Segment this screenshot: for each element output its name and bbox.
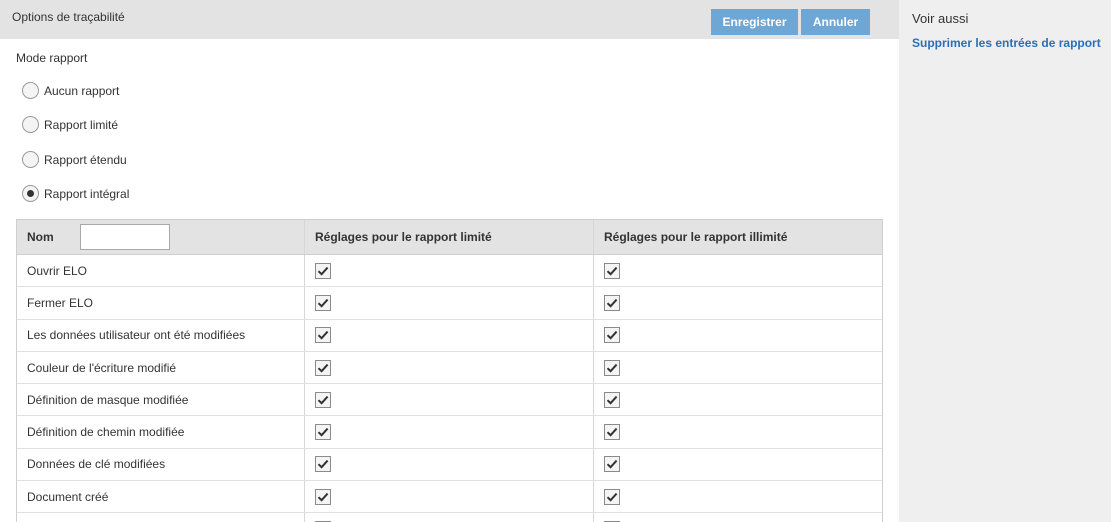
column-header-unlimited[interactable]: Réglages pour le rapport illimité: [594, 220, 882, 254]
table-row: Ouvrir ELO: [17, 255, 882, 288]
main-panel: Options de traçabilité Enregistrer Annul…: [0, 0, 899, 522]
unlimited-cell: [594, 320, 882, 351]
limited-cell: [305, 481, 594, 513]
radio-rapport-integral[interactable]: Rapport intégral: [22, 185, 129, 202]
table-row: Les données utilisateur ont été modifiée…: [17, 319, 882, 352]
event-name: Couleur de l'écriture modifié: [17, 351, 305, 384]
limited-cell: [305, 384, 594, 416]
limited-cell: [305, 319, 594, 351]
column-header-limited[interactable]: Réglages pour le rapport limité: [305, 220, 594, 254]
event-name: Fermer ELO: [17, 287, 305, 319]
cancel-button[interactable]: Annuler: [801, 9, 870, 35]
table-row: Définition de chemin modifiée: [17, 416, 882, 449]
limited-cell: [305, 255, 594, 287]
event-name: Définition de chemin modifiée: [17, 416, 305, 448]
limited-checkbox[interactable]: [315, 424, 331, 441]
events-table: Nom Réglages pour le rapport limité Régl…: [16, 219, 883, 522]
limited-checkbox[interactable]: [315, 456, 331, 473]
table-row: Couleur de l'écriture modifié: [17, 351, 882, 385]
see-also-title: Voir aussi: [912, 11, 969, 26]
limited-checkbox[interactable]: [315, 488, 331, 505]
event-name: Les données utilisateur ont été modifiée…: [17, 319, 305, 351]
radio-button[interactable]: [22, 185, 39, 202]
event-name: Créer un dossier: [17, 513, 305, 522]
delete-report-entries-link[interactable]: Supprimer les entrées de rapport: [912, 36, 1101, 50]
limited-cell: [305, 448, 594, 481]
unlimited-checkbox[interactable]: [604, 391, 620, 408]
unlimited-cell: [594, 449, 882, 480]
radio-label: Aucun rapport: [44, 83, 120, 98]
limited-cell: [305, 351, 594, 384]
radio-button[interactable]: [22, 116, 39, 133]
limited-checkbox[interactable]: [315, 327, 331, 344]
save-button[interactable]: Enregistrer: [711, 9, 798, 35]
unlimited-checkbox[interactable]: [604, 327, 620, 344]
table-header: Nom Réglages pour le rapport limité Régl…: [17, 220, 882, 255]
radio-aucun-rapport[interactable]: Aucun rapport: [22, 82, 119, 99]
radio-label: Rapport limité: [44, 117, 119, 132]
event-name: Données de clé modifiées: [17, 448, 305, 481]
unlimited-cell: [594, 384, 882, 415]
unlimited-cell: [594, 287, 882, 318]
radio-button[interactable]: [22, 151, 39, 168]
unlimited-checkbox[interactable]: [604, 262, 620, 279]
table-row: Créer un dossier: [17, 513, 882, 522]
limited-cell: [305, 513, 594, 522]
column-header-name: Nom: [17, 220, 305, 254]
radio-rapport-etendu[interactable]: Rapport étendu: [22, 151, 127, 168]
limited-checkbox[interactable]: [315, 262, 331, 279]
limited-checkbox[interactable]: [315, 294, 331, 311]
event-name: Document créé: [17, 481, 305, 513]
radio-label: Rapport intégral: [44, 186, 130, 201]
name-filter-input[interactable]: [79, 224, 170, 250]
limited-checkbox[interactable]: [315, 391, 331, 408]
unlimited-cell: [594, 416, 882, 447]
radio-rapport-limite[interactable]: Rapport limité: [22, 116, 118, 133]
radio-button[interactable]: [22, 82, 39, 99]
see-also-panel: Voir aussi Supprimer les entrées de rapp…: [899, 0, 1111, 522]
unlimited-checkbox[interactable]: [604, 424, 620, 441]
table-row: Données de clé modifiées: [17, 448, 882, 482]
table-row: Définition de masque modifiée: [17, 384, 882, 417]
limited-checkbox[interactable]: [315, 359, 331, 376]
event-name: Définition de masque modifiée: [17, 384, 305, 416]
table-row: Document créé: [17, 481, 882, 514]
unlimited-checkbox[interactable]: [604, 488, 620, 505]
table-body: Ouvrir ELO Fermer ELO Les données utilisat…: [17, 255, 882, 522]
column-label-name: Nom: [27, 230, 54, 244]
report-mode-label: Mode rapport: [16, 51, 88, 65]
unlimited-checkbox[interactable]: [604, 456, 620, 473]
limited-cell: [305, 287, 594, 319]
unlimited-cell: [594, 255, 882, 286]
unlimited-checkbox[interactable]: [604, 359, 620, 376]
radio-label: Rapport étendu: [44, 152, 127, 167]
limited-cell: [305, 416, 594, 448]
unlimited-checkbox[interactable]: [604, 294, 620, 311]
event-name: Ouvrir ELO: [17, 255, 305, 287]
unlimited-cell: [594, 513, 882, 522]
table-row: Fermer ELO: [17, 287, 882, 320]
page-title: Options de traçabilité: [12, 10, 125, 24]
unlimited-cell: [594, 481, 882, 512]
unlimited-cell: [594, 352, 882, 383]
header-bar: Options de traçabilité Enregistrer Annul…: [0, 0, 899, 39]
